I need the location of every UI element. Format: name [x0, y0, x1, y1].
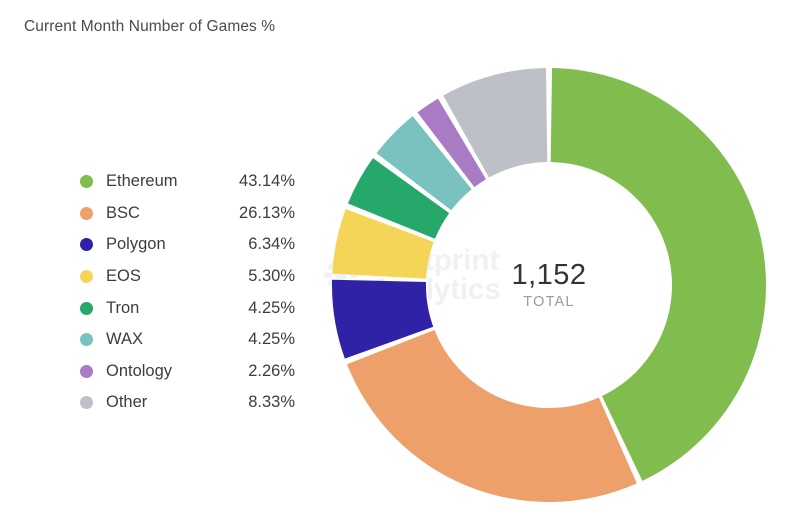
legend-item-value: 4.25%	[248, 298, 295, 317]
legend-item-label: EOS	[106, 267, 141, 286]
legend-item-label: Tron	[106, 298, 140, 317]
legend-color-dot-icon	[80, 396, 93, 410]
legend-item[interactable]: BSC 26.13%	[80, 198, 295, 230]
legend-item-label: Ontology	[106, 361, 173, 380]
legend-item-label: WAX	[106, 330, 143, 349]
legend-item-value: 5.30%	[248, 267, 295, 286]
legend-item-label: Other	[106, 393, 148, 412]
legend-color-dot-icon	[80, 270, 93, 284]
legend-item-label: BSC	[106, 203, 140, 222]
legend-item[interactable]: Ontology 2.26%	[80, 356, 295, 388]
legend-item[interactable]: Ethereum 43.14%	[80, 166, 295, 198]
legend-item-value: 2.26%	[248, 361, 295, 380]
legend-item[interactable]: Other 8.33%	[80, 387, 295, 419]
legend-item-value: 8.33%	[248, 393, 295, 412]
legend-item[interactable]: EOS 5.30%	[80, 261, 295, 293]
legend-color-dot-icon	[80, 206, 93, 220]
legend-item[interactable]: WAX 4.25%	[80, 324, 295, 356]
donut-chart: 1,152 TOTAL	[332, 68, 766, 502]
donut-slice-group	[332, 68, 766, 502]
legend-color-dot-icon	[80, 333, 93, 347]
legend-item-value: 4.25%	[248, 330, 295, 349]
chart-card: Current Month Number of Games % Footprin…	[0, 0, 789, 528]
legend-item[interactable]: Tron 4.25%	[80, 292, 295, 324]
legend-item-value: 6.34%	[248, 235, 295, 254]
legend-color-dot-icon	[80, 175, 93, 189]
legend-item-label: Polygon	[106, 235, 166, 254]
legend-item-label: Ethereum	[106, 172, 178, 191]
legend-item-value: 43.14%	[239, 172, 295, 191]
donut-chart-svg	[332, 68, 766, 502]
legend-color-dot-icon	[80, 364, 93, 378]
legend-item-value: 26.13%	[239, 203, 295, 222]
donut-slice[interactable]	[346, 329, 637, 502]
legend-color-dot-icon	[80, 238, 93, 252]
page-title: Current Month Number of Games %	[24, 18, 276, 35]
legend-item[interactable]: Polygon 6.34%	[80, 229, 295, 261]
legend-color-dot-icon	[80, 301, 93, 315]
chart-legend: Ethereum 43.14% BSC 26.13% Polygon 6.34% EOS 5.…	[80, 166, 295, 419]
